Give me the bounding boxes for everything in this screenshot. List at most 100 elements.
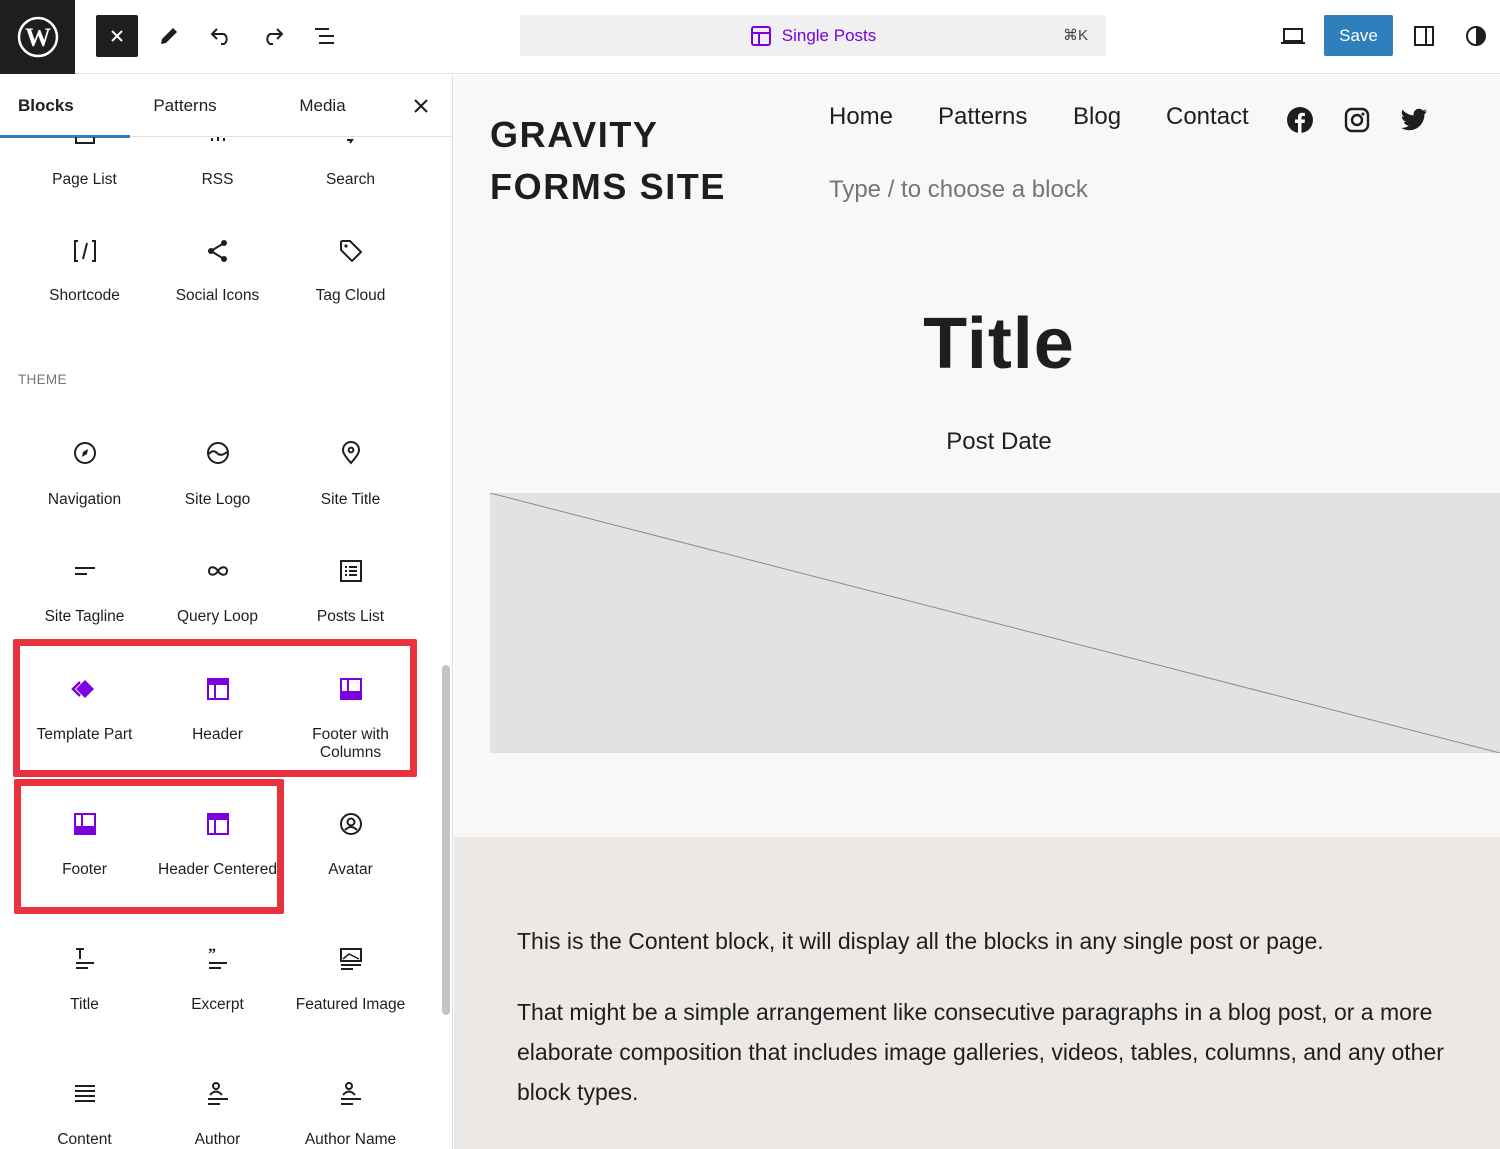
featured-image-placeholder[interactable] [490,493,1500,753]
redo-button[interactable] [252,15,294,57]
block-label: Navigation [47,491,122,508]
block-tag-cloud[interactable]: Tag Cloud [284,225,417,315]
block-label: Shortcode [49,287,120,304]
block-label: Site Tagline [44,608,125,625]
close-icon [414,99,428,113]
block-author-name[interactable]: Author Name [284,1068,417,1149]
author-name-icon [337,1080,365,1108]
block-page-list[interactable]: Page List [18,137,151,197]
block-social-icons[interactable]: Social Icons [151,225,284,315]
post-date[interactable]: Post Date [454,428,1500,456]
template-icon [750,25,771,46]
author-icon [204,1080,232,1108]
document-overview-button[interactable] [304,15,346,57]
block-label: Query Loop [177,608,258,625]
rss-icon [204,129,232,157]
editor-canvas: GRAVITY FORMS SITE Home Patterns Blog Co… [454,75,1500,1149]
sidebar-scrollbar[interactable] [442,665,450,1015]
tag-icon [337,237,365,265]
close-icon [111,30,123,42]
sidebar-toggle-icon [1414,26,1434,46]
post-title[interactable]: Title [454,303,1500,385]
share-icon [204,237,232,265]
site-title[interactable]: GRAVITY FORMS SITE [490,109,790,213]
nav-item-contact[interactable]: Contact [1166,103,1249,139]
undo-button[interactable] [200,15,242,57]
close-inserter-icon-button[interactable] [406,91,436,121]
block-title[interactable]: Title [18,933,151,1033]
close-inserter-button[interactable] [96,15,138,57]
block-featured-image[interactable]: Featured Image [284,933,417,1033]
template-title: Single Posts [781,25,877,45]
tab-patterns[interactable]: Patterns [135,75,235,137]
instagram-icon[interactable] [1343,106,1371,134]
laptop-icon [1281,28,1305,44]
title-icon [71,945,99,973]
block-shortcode[interactable]: Shortcode [18,225,151,315]
nav-item-home[interactable]: Home [829,103,893,139]
svg-text:”: ” [208,946,216,963]
avatar-icon [337,810,365,838]
block-site-title[interactable]: Site Title [284,427,417,517]
facebook-icon[interactable] [1286,106,1314,134]
block-label: Page List [52,171,117,188]
site-logo-icon [204,439,232,467]
block-label: Author Name [304,1131,397,1148]
undo-icon [210,28,228,45]
content-block[interactable]: This is the Content block, it will displ… [454,837,1500,1149]
block-content[interactable]: Content [18,1068,151,1149]
save-button[interactable]: Save [1324,15,1393,56]
nav-item-patterns[interactable]: Patterns [938,103,1027,139]
half-circle-icon [1466,26,1486,46]
block-label: Title [70,996,99,1013]
block-navigation[interactable]: Navigation [18,427,151,517]
block-label: Search [325,171,376,188]
pencil-icon [161,28,177,44]
block-rss[interactable]: RSS [151,137,284,197]
map-marker-icon [337,439,365,467]
search-icon [337,129,365,157]
block-site-tagline[interactable]: Site Tagline [18,545,151,635]
block-query-loop[interactable]: Query Loop [151,545,284,635]
block-inserter-panel: Blocks Patterns Media Page List RSS Sear… [0,75,453,1149]
block-label: RSS [201,171,234,188]
edit-tool-button[interactable] [148,15,190,57]
block-label: Social Icons [175,287,260,304]
placeholder-diagonal-line [490,493,1500,753]
block-posts-list[interactable]: Posts List [284,545,417,635]
block-label: Avatar [328,861,373,878]
theme-category-heading: THEME [18,372,67,387]
twitter-icon[interactable] [1400,106,1428,134]
featured-image-icon [337,945,365,973]
block-label: Site Logo [184,491,251,508]
content-paragraph: That might be a simple arrangement like … [517,999,1444,1105]
block-label: Site Title [320,491,381,508]
block-author[interactable]: Author [151,1068,284,1149]
highlight-box-template-parts-row [13,639,417,777]
wordpress-logo-icon[interactable]: W [0,0,75,74]
preview-device-button[interactable] [1272,15,1314,57]
shortcode-icon [71,237,99,265]
tagline-icon [71,557,99,585]
block-excerpt[interactable]: ” Excerpt [151,933,284,1033]
block-search[interactable]: Search [284,137,417,197]
content-icon [71,1080,99,1108]
settings-sidebar-button[interactable] [1403,15,1445,57]
keyboard-shortcut: ⌘K [1062,27,1088,44]
tab-blocks[interactable]: Blocks [0,75,130,138]
tab-media[interactable]: Media [285,75,360,137]
excerpt-icon: ” [204,945,232,973]
styles-button[interactable] [1455,15,1497,57]
list-view-icon [315,28,334,44]
nav-item-blog[interactable]: Blog [1073,103,1121,139]
command-palette-bar[interactable]: Single Posts ⌘K [520,15,1106,56]
block-placeholder[interactable]: Type / to choose a block [829,176,1088,204]
loop-icon [204,557,232,585]
block-site-logo[interactable]: Site Logo [151,427,284,517]
compass-icon [71,439,99,467]
highlight-box-footer-header-centered [14,779,284,914]
block-label: Content [57,1131,112,1148]
svg-text:W: W [25,23,51,52]
block-label: Excerpt [191,996,244,1013]
block-avatar[interactable]: Avatar [284,798,417,898]
